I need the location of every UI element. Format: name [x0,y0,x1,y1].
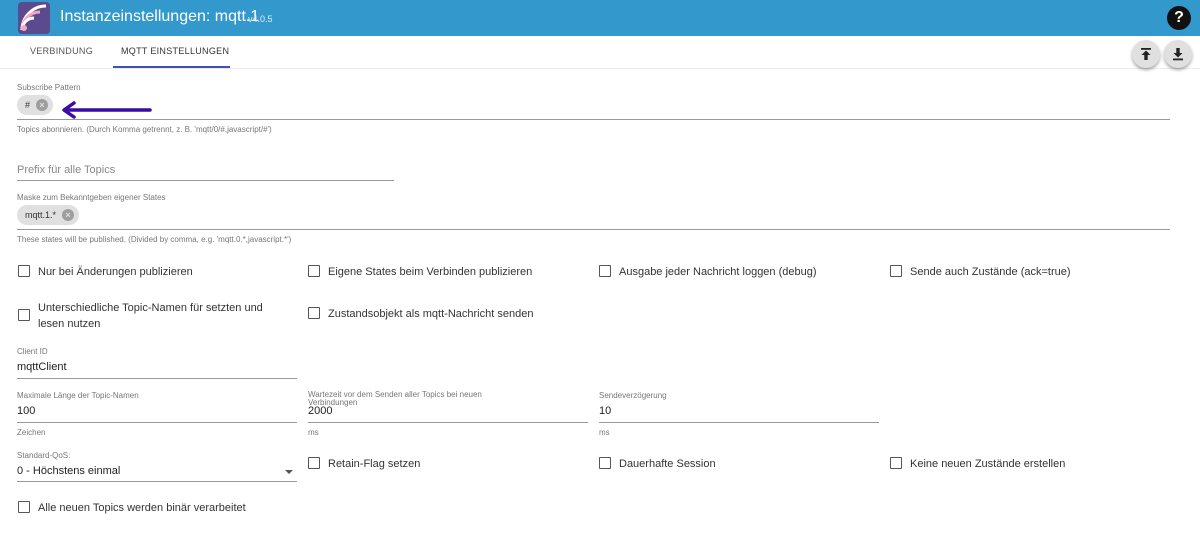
client-id-input[interactable]: mqttClient [17,361,67,373]
subscribe-chip-text: # [25,100,31,110]
checkbox-box[interactable] [18,265,30,277]
mask-helper: These states will be published. (Divided… [17,235,292,244]
checkbox-box[interactable] [18,501,30,513]
max-topic-length-underline [17,422,297,423]
max-topic-length-input[interactable]: 100 [17,405,35,417]
upload-settings-button[interactable] [1132,40,1160,68]
app-header: Instanzeinstellungen: mqtt.1 v4.0.5 ? [0,0,1200,36]
checkbox-label-line2: lesen nutzen [38,318,101,330]
chip-remove-icon[interactable]: × [62,209,74,221]
checkbox-box[interactable] [599,265,611,277]
checkbox-state-object[interactable]: Zustandsobjekt als mqtt-Nachricht senden [308,306,533,322]
tab-verbindung[interactable]: VERBINDUNG [30,46,93,56]
download-settings-button[interactable] [1164,40,1192,68]
tab-divider [0,68,1200,69]
upload-icon [1141,48,1151,60]
qos-underline [17,481,297,482]
checkbox-box[interactable] [308,265,320,277]
checkbox-box[interactable] [890,265,902,277]
wait-time-helper: ms [308,428,319,437]
checkbox-box[interactable] [599,457,611,469]
app-root: Instanzeinstellungen: mqtt.1 v4.0.5 ? VE… [0,0,1200,542]
checkbox-debug-log[interactable]: Ausgabe jeder Nachricht loggen (debug) [599,264,817,280]
subscribe-pattern-helper: Topics abonnieren. (Durch Komma getrennt… [17,125,272,134]
send-delay-underline [599,422,879,423]
checkbox-publish-on-connect[interactable]: Eigene States beim Verbinden publizieren [308,264,532,280]
qos-select[interactable]: 0 - Höchstens einmal [17,465,120,477]
download-icon [1173,48,1183,61]
checkbox-different-topic-names[interactable]: Unterschiedliche Topic-Namen für setzten… [18,300,263,332]
send-delay-input[interactable]: 10 [599,405,611,417]
checkbox-box[interactable] [18,309,30,321]
wait-time-label: Wartezeit vor dem Senden aller Topics be… [308,390,482,407]
client-id-underline [17,378,297,379]
qos-label: Standard-QoS: [17,451,71,460]
page-title: Instanzeinstellungen: mqtt.1 [60,8,260,25]
app-logo-icon [18,2,50,34]
checkbox-no-new-states[interactable]: Keine neuen Zustände erstellen [890,456,1065,472]
chevron-down-icon[interactable] [285,470,293,474]
prefix-input[interactable]: Prefix für alle Topics [17,164,115,176]
send-delay-label: Sendeverzögerung [599,391,667,400]
checkbox-binary-topics[interactable]: Alle neuen Topics werden binär verarbeit… [18,500,246,516]
send-delay-helper: ms [599,428,610,437]
client-id-label: Client ID [17,347,48,356]
checkbox-box[interactable] [890,457,902,469]
checkbox-label-line1: Unterschiedliche Topic-Namen für setzten… [38,302,263,314]
subscribe-pattern-label: Subscribe Pattern [17,83,81,92]
mask-chip[interactable]: mqtt.1.* × [17,205,79,225]
prefix-underline [17,180,394,181]
wait-time-input[interactable]: 2000 [308,405,332,417]
mask-underline [17,229,1170,230]
chip-remove-icon[interactable]: × [36,99,48,111]
checkbox-box[interactable] [308,457,320,469]
checkbox-only-changes[interactable]: Nur bei Änderungen publizieren [18,264,193,280]
checkbox-persistent-session[interactable]: Dauerhafte Session [599,456,716,472]
tab-bar: VERBINDUNG MQTT EINSTELLUNGEN [0,36,1200,70]
help-button[interactable]: ? [1167,6,1191,30]
checkbox-retain-flag[interactable]: Retain-Flag setzen [308,456,420,472]
subscribe-pattern-chip[interactable]: # × [17,95,53,115]
mask-label: Maske zum Bekanntgeben eigener States [17,193,166,202]
version-label: v4.0.5 [248,14,273,24]
checkbox-box[interactable] [308,307,320,319]
max-topic-length-helper: Zeichen [17,428,46,437]
max-topic-length-label: Maximale Länge der Topic-Namen [17,391,139,400]
annotation-arrow-icon [62,101,152,119]
wait-time-underline [308,422,588,423]
mask-chip-text: mqtt.1.* [25,210,57,220]
tab-mqtt-einstellungen[interactable]: MQTT EINSTELLUNGEN [121,46,229,56]
subscribe-pattern-underline [17,119,1170,120]
checkbox-send-ack[interactable]: Sende auch Zustände (ack=true) [890,264,1071,280]
